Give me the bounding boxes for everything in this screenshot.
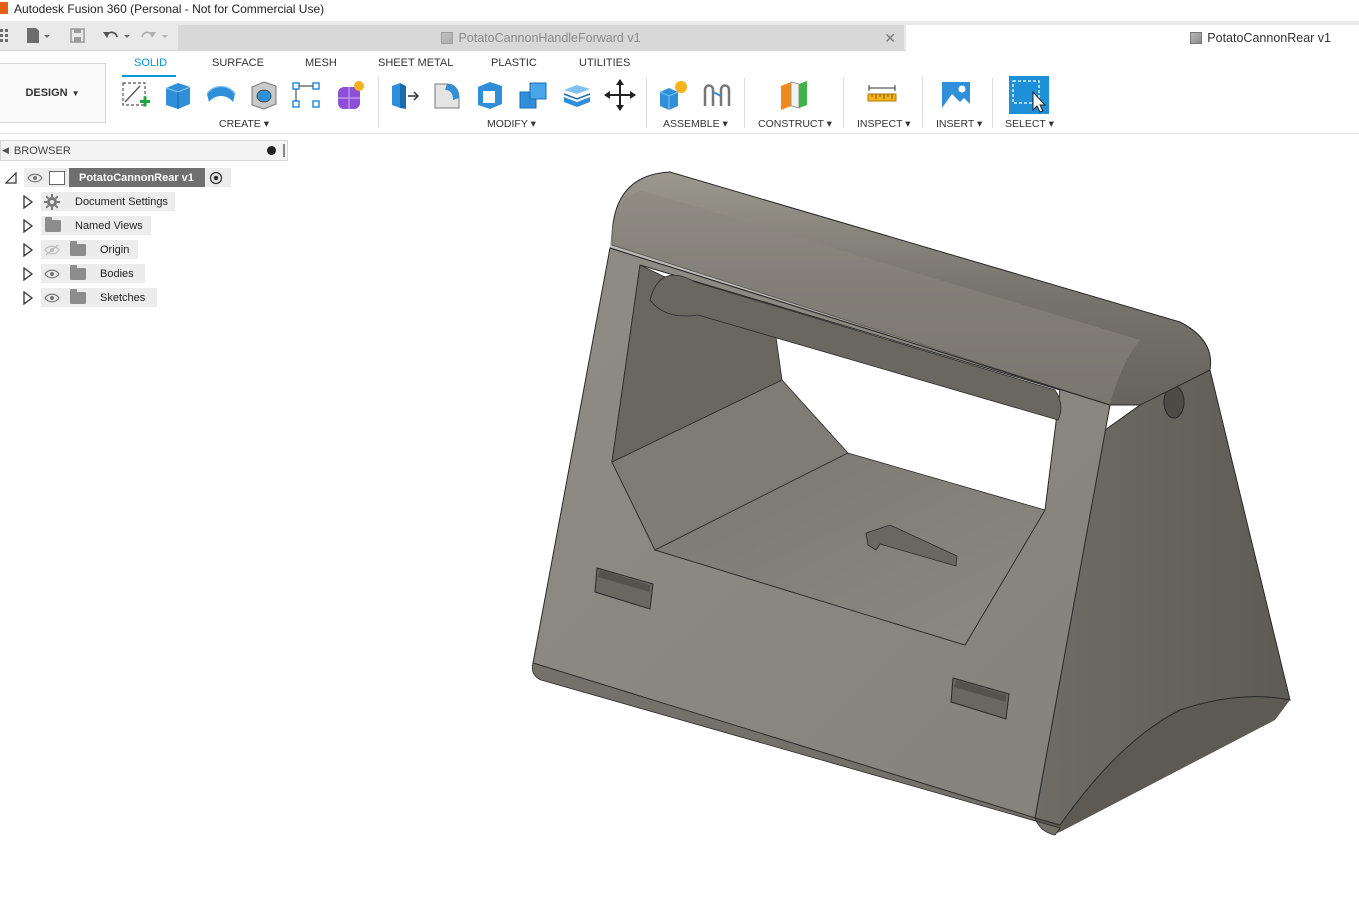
inspect-group-label[interactable]: INSPECT ▾ (857, 118, 911, 130)
toolbar-divider (922, 78, 923, 128)
joint-icon[interactable] (701, 78, 733, 112)
grid-menu-icon[interactable] (0, 28, 10, 44)
offset-plane-icon[interactable] (777, 78, 809, 112)
split-body-icon[interactable] (561, 78, 593, 112)
press-pull-icon[interactable] (388, 78, 420, 112)
file-menu-icon[interactable] (26, 28, 52, 44)
toolbar-divider (646, 78, 647, 128)
create-sketch-icon[interactable] (120, 78, 152, 112)
component-icon (441, 32, 454, 44)
form-icon[interactable] (334, 78, 366, 112)
tab-plastic[interactable]: PLASTIC (491, 57, 537, 69)
component-icon (1190, 32, 1203, 44)
tab-mesh[interactable]: MESH (305, 57, 337, 69)
modify-group-label[interactable]: MODIFY ▾ (487, 118, 536, 130)
create-group-label[interactable]: CREATE ▾ (219, 118, 269, 130)
tab-utilities[interactable]: UTILITIES (579, 57, 630, 69)
revolve-icon[interactable] (205, 78, 237, 112)
window-title-bar: Autodesk Fusion 360 (Personal - Not for … (0, 0, 1359, 18)
pattern-icon[interactable] (290, 78, 322, 112)
close-tab-icon[interactable]: ✕ (884, 30, 896, 47)
workspace-switcher[interactable]: DESIGN ▼ (0, 63, 106, 123)
toolbar-divider (744, 78, 745, 128)
insert-image-icon[interactable] (940, 78, 972, 112)
undo-icon[interactable] (102, 28, 134, 44)
tab-potato-cannon-handle-forward[interactable]: PotatoCannonHandleForward v1 ✕ (178, 25, 904, 51)
workspace-label: DESIGN (25, 87, 68, 99)
tab-solid[interactable]: SOLID (134, 57, 167, 69)
fusion-logo-icon (0, 2, 8, 14)
tab-label: PotatoCannonHandleForward v1 (458, 31, 641, 45)
select-icon[interactable] (1009, 76, 1049, 114)
assemble-group-label[interactable]: ASSEMBLE ▾ (663, 118, 728, 130)
toolbar-divider (992, 78, 993, 128)
dropdown-arrow-icon: ▼ (71, 88, 80, 98)
combine-icon[interactable] (517, 78, 549, 112)
window-title: Autodesk Fusion 360 (Personal - Not for … (14, 2, 325, 16)
tab-surface[interactable]: SURFACE (212, 57, 264, 69)
tab-sheet-metal[interactable]: SHEET METAL (378, 57, 453, 69)
extrude-icon[interactable] (162, 78, 194, 112)
save-icon[interactable] (70, 28, 86, 44)
shell-icon[interactable] (474, 78, 506, 112)
tab-potato-cannon-rear[interactable]: PotatoCannonRear v1 (906, 25, 1359, 51)
ribbon-toolbar: DESIGN ▼ SOLID SURFACE MESH SHEET METAL … (0, 51, 1359, 134)
new-component-icon[interactable] (657, 78, 689, 112)
fillet-icon[interactable] (431, 78, 463, 112)
hole-icon[interactable] (248, 78, 280, 112)
redo-icon[interactable] (140, 28, 172, 44)
toolbar-divider (843, 78, 844, 128)
document-tab-bar: PotatoCannonHandleForward v1 ✕ PotatoCan… (0, 21, 1359, 51)
insert-group-label[interactable]: INSERT ▾ (936, 118, 982, 130)
construct-group-label[interactable]: CONSTRUCT ▾ (758, 118, 832, 130)
tab-label: PotatoCannonRear v1 (1207, 31, 1331, 45)
3d-viewport[interactable] (0, 134, 1359, 914)
move-icon[interactable] (604, 78, 636, 112)
measure-icon[interactable] (866, 78, 898, 112)
select-group-label[interactable]: SELECT ▾ (1005, 118, 1054, 130)
toolbar-divider (378, 78, 379, 128)
active-tab-indicator (122, 75, 176, 77)
